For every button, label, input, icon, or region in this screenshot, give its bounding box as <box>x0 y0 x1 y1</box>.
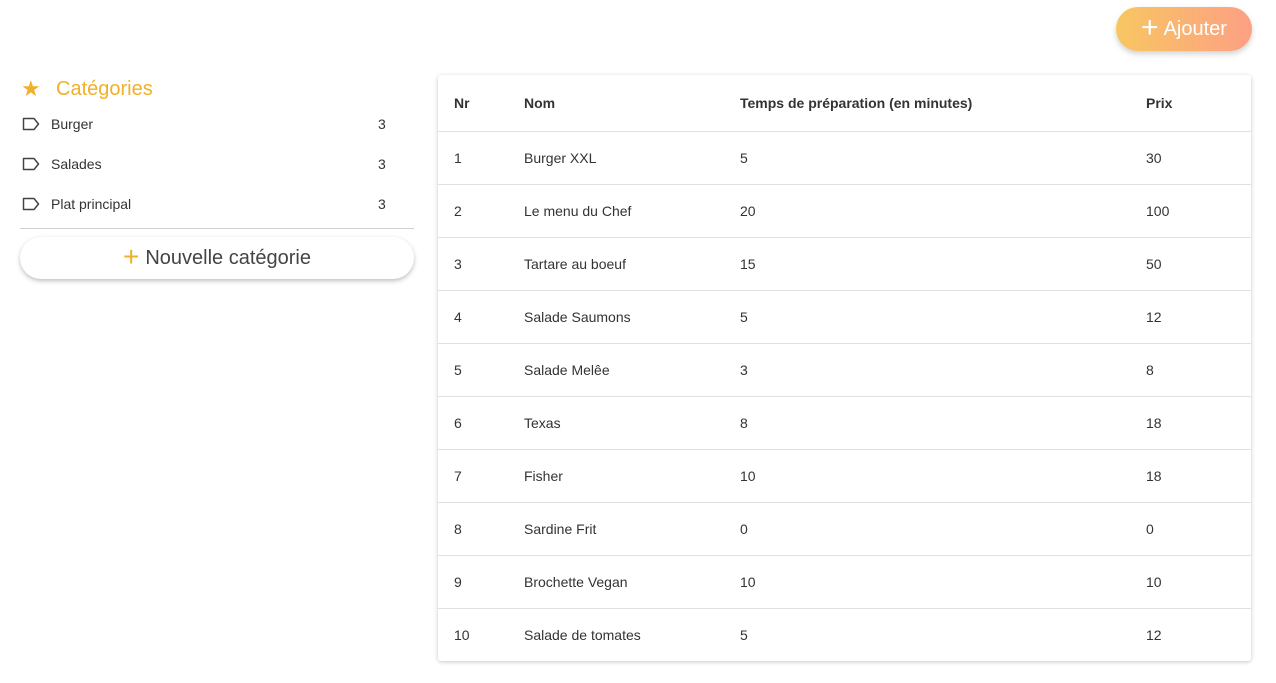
cell-nom: Salade de tomates <box>524 626 641 643</box>
column-header-nom[interactable]: Nom <box>524 75 740 132</box>
table-row[interactable]: 4 Salade Saumons 5 12 <box>438 290 1251 344</box>
category-count: 3 <box>378 196 386 212</box>
table-row[interactable]: 1 Burger XXL 5 30 <box>438 131 1251 185</box>
cell-temps: 5 <box>740 626 748 643</box>
cell-prix: 8 <box>1146 343 1251 397</box>
table-row[interactable]: 6 Texas 8 18 <box>438 396 1251 450</box>
cell-nr: 5 <box>438 343 524 397</box>
add-button[interactable]: + Ajouter <box>1116 7 1252 51</box>
cell-nom: Texas <box>524 396 740 450</box>
category-list: Burger 3 Salades 3 Plat principal 3 <box>20 104 414 224</box>
cell-prix: 30 <box>1146 131 1251 185</box>
new-category-button[interactable]: + Nouvelle catégorie <box>20 237 414 279</box>
category-count: 3 <box>378 116 386 132</box>
cell-temps: 10 <box>740 555 1146 609</box>
cell-prix: 0 <box>1146 502 1251 556</box>
cell-temps: 15 <box>740 237 1146 291</box>
label-tag-icon <box>22 117 40 131</box>
new-category-label: Nouvelle catégorie <box>145 246 311 269</box>
table-row[interactable]: 9 Brochette Vegan 10 10 <box>438 555 1251 609</box>
cell-nom: Salade Saumons <box>524 290 740 344</box>
table-header-row: Nr Nom Temps de préparation (en minutes)… <box>438 75 1251 132</box>
category-item-plat-principal[interactable]: Plat principal 3 <box>20 184 414 224</box>
cell-nr: 10 <box>454 626 470 643</box>
plus-icon: + <box>1141 11 1159 44</box>
label-tag-icon <box>22 197 40 211</box>
cell-nom: Brochette Vegan <box>524 555 740 609</box>
cell-prix: 50 <box>1146 237 1251 291</box>
cell-nr: 7 <box>438 449 524 503</box>
cell-nom: Tartare au boeuf <box>524 237 740 291</box>
cell-prix: 12 <box>1146 626 1162 643</box>
cell-nr: 6 <box>438 396 524 450</box>
cell-prix: 18 <box>1146 449 1251 503</box>
categories-sidebar: ★ Catégories Burger 3 Salades 3 Plat pri… <box>20 74 414 279</box>
table-body: 1 Burger XXL 5 30 2 Le menu du Chef 20 100 3 Tart… <box>438 131 1251 661</box>
cell-temps: 3 <box>740 343 1146 397</box>
star-icon: ★ <box>21 76 41 101</box>
category-label: Plat principal <box>51 196 132 212</box>
cell-nom: Salade Melêe <box>524 343 740 397</box>
divider <box>20 228 414 229</box>
plus-icon: + <box>122 241 140 272</box>
cell-prix: 10 <box>1146 555 1251 609</box>
categories-title: Catégories <box>56 77 153 100</box>
page: + Ajouter ★ Catégories Burger 3 Salades … <box>0 0 1276 683</box>
cell-temps: 10 <box>740 449 1146 503</box>
cell-nom: Sardine Frit <box>524 502 740 556</box>
cell-prix: 100 <box>1146 184 1251 238</box>
cell-nom: Burger XXL <box>524 131 740 185</box>
dishes-table-card: Nr Nom Temps de préparation (en minutes)… <box>438 75 1251 661</box>
column-header-nr[interactable]: Nr <box>438 75 524 132</box>
cell-temps: 5 <box>740 131 1146 185</box>
category-label: Burger <box>51 116 94 132</box>
cell-nr: 1 <box>438 131 524 185</box>
categories-header: ★ Catégories <box>20 74 414 104</box>
column-header-prix[interactable]: Prix <box>1146 75 1251 132</box>
add-button-label: Ajouter <box>1163 17 1227 40</box>
dishes-table: Nr Nom Temps de préparation (en minutes)… <box>438 75 1251 661</box>
cell-prix: 12 <box>1146 290 1251 344</box>
category-item-burger[interactable]: Burger 3 <box>20 104 414 144</box>
cell-nr: 2 <box>438 184 524 238</box>
category-label: Salades <box>51 156 102 172</box>
table-row[interactable]: 7 Fisher 10 18 <box>438 449 1251 503</box>
table-row[interactable]: 3 Tartare au boeuf 15 50 <box>438 237 1251 291</box>
cell-temps: 5 <box>740 290 1146 344</box>
table-row[interactable]: 8 Sardine Frit 0 0 <box>438 502 1251 556</box>
cell-nr: 8 <box>438 502 524 556</box>
cell-nr: 3 <box>438 237 524 291</box>
table-row[interactable]: 10 Salade de tomates 5 12 <box>438 608 1251 661</box>
column-header-temps[interactable]: Temps de préparation (en minutes) <box>740 75 1146 132</box>
table-row[interactable]: 5 Salade Melêe 3 8 <box>438 343 1251 397</box>
cell-nr: 4 <box>438 290 524 344</box>
cell-nom: Fisher <box>524 449 740 503</box>
category-item-salades[interactable]: Salades 3 <box>20 144 414 184</box>
cell-temps: 20 <box>740 184 1146 238</box>
table-row[interactable]: 2 Le menu du Chef 20 100 <box>438 184 1251 238</box>
cell-nom: Le menu du Chef <box>524 184 740 238</box>
cell-prix: 18 <box>1146 396 1251 450</box>
cell-nr: 9 <box>438 555 524 609</box>
cell-temps: 0 <box>740 502 1146 556</box>
category-count: 3 <box>378 156 386 172</box>
cell-temps: 8 <box>740 396 1146 450</box>
label-tag-icon <box>22 157 40 171</box>
